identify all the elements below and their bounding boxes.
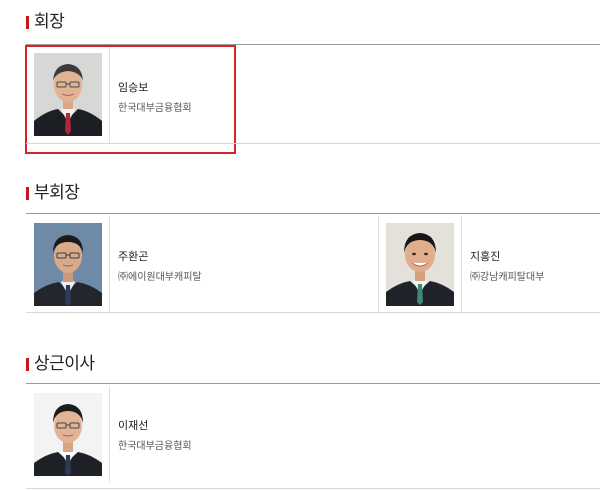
- member-photo: [386, 223, 454, 306]
- title-marker: [26, 16, 29, 29]
- cell-divider: [109, 216, 110, 312]
- section-bottom-rule: [26, 143, 600, 144]
- person-portrait-icon: [34, 223, 102, 306]
- member-name: 지홍진: [470, 250, 501, 263]
- member-org: ㈜강남캐피탈대부: [470, 272, 545, 283]
- member-photo: [34, 223, 102, 306]
- section-bottom-rule: [26, 312, 600, 313]
- member-org: 한국대부금융협회: [118, 441, 192, 452]
- column-divider: [378, 216, 379, 312]
- section-divider: [26, 383, 600, 384]
- section-bottom-rule: [26, 488, 600, 489]
- member-photo: [34, 393, 102, 476]
- selected-member-highlight[interactable]: [25, 45, 236, 154]
- section-title-text: 부회장: [34, 183, 80, 203]
- cell-divider: [109, 386, 110, 482]
- section-title-text: 회장: [34, 12, 65, 32]
- member-name: 주환곤: [118, 250, 149, 263]
- cell-divider: [461, 216, 462, 312]
- person-portrait-icon: [386, 223, 454, 306]
- title-marker: [26, 358, 29, 371]
- member-name: 이재선: [118, 419, 149, 432]
- section-divider: [26, 213, 600, 214]
- member-org: ㈜에이원대부캐피탈: [118, 272, 202, 283]
- title-marker: [26, 187, 29, 200]
- section-title-text: 상근이사: [34, 354, 95, 374]
- person-portrait-icon: [34, 393, 102, 476]
